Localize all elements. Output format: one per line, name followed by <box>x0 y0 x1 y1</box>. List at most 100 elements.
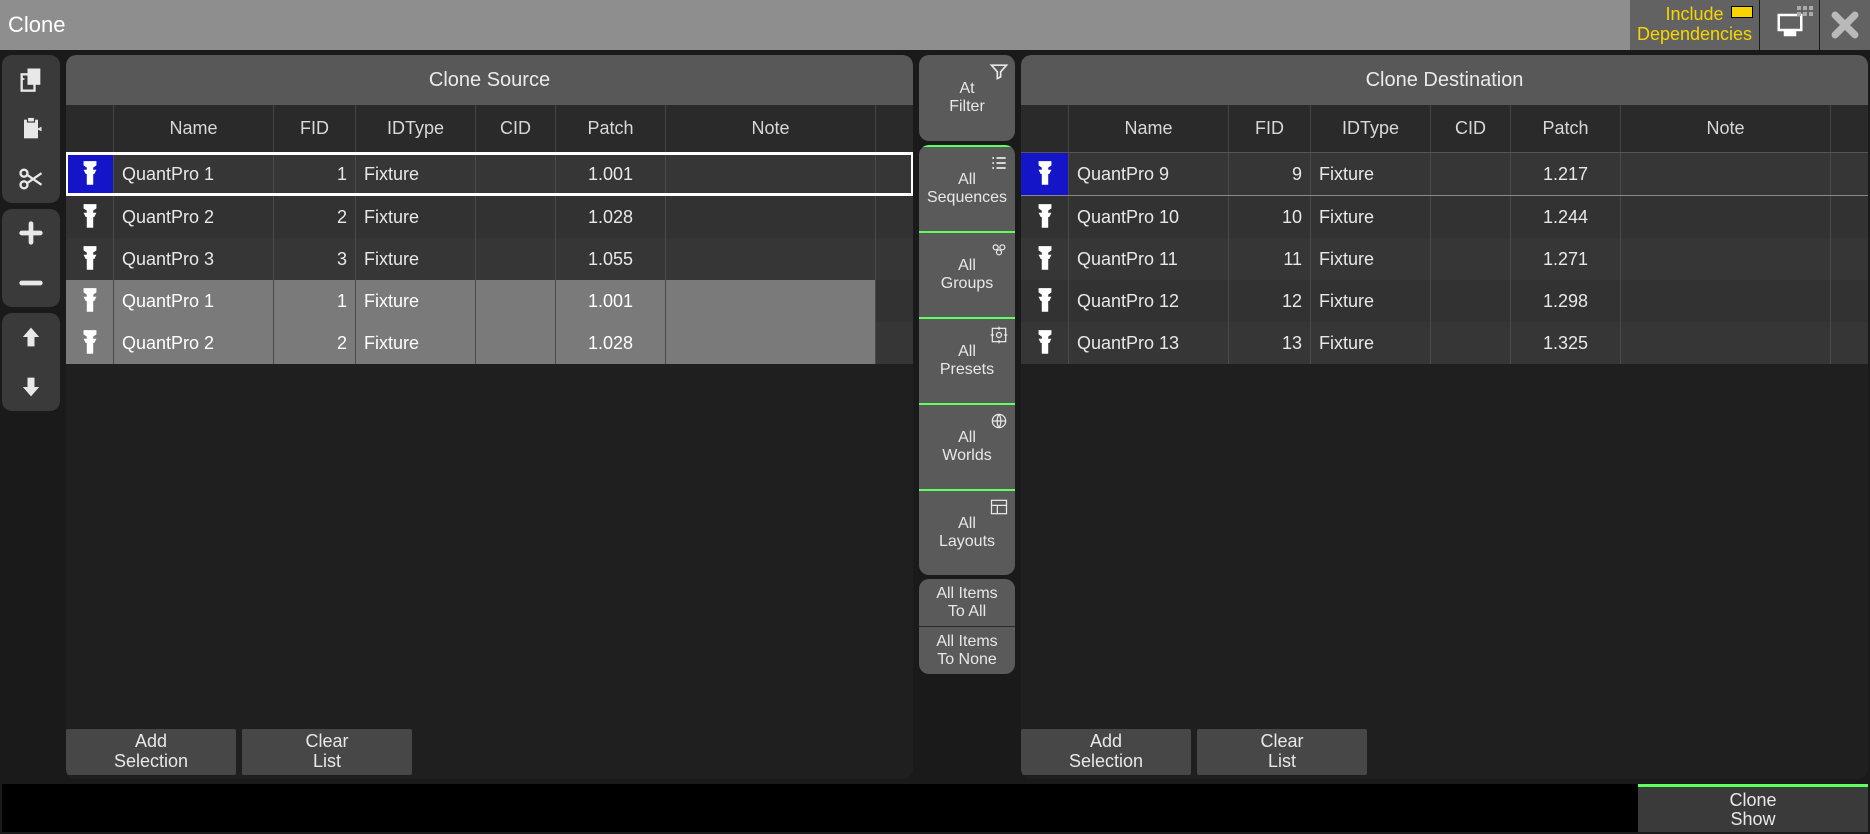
name-cell-value: QuantPro 9 <box>1077 164 1169 185</box>
groups-icon <box>989 239 1009 259</box>
idtype-cell-value: Fixture <box>1319 249 1374 270</box>
idtype-cell: Fixture <box>356 196 476 238</box>
table-row[interactable]: QuantPro 11Fixture1.001 <box>66 153 913 195</box>
name-cell-value: QuantPro 13 <box>1077 333 1179 354</box>
column-header-note[interactable]: Note <box>1621 105 1831 152</box>
column-header-cid[interactable]: CID <box>476 105 556 152</box>
paste-icon <box>17 115 45 143</box>
fid-cell-value: 12 <box>1282 291 1302 312</box>
display-button[interactable] <box>1760 0 1820 50</box>
add-button[interactable] <box>2 219 60 247</box>
column-header-idtype[interactable]: IDType <box>1311 105 1431 152</box>
paste-button[interactable] <box>2 115 60 143</box>
column-header-note[interactable]: Note <box>666 105 876 152</box>
column-header-label: CID <box>500 118 531 139</box>
remove-button[interactable] <box>2 269 60 297</box>
column-header-fid[interactable]: FID <box>1229 105 1311 152</box>
all-layouts-button[interactable]: All Layouts <box>919 489 1015 575</box>
table-row[interactable]: QuantPro 2 2 Fixture 1.028 <box>66 196 913 238</box>
arrow-down-icon <box>17 373 45 401</box>
fid-cell-value: 1 <box>337 164 347 185</box>
column-header-label: Patch <box>1542 118 1588 139</box>
move-down-button[interactable] <box>2 373 60 401</box>
name-cell: QuantPro 3 <box>114 238 274 280</box>
at-filter-button[interactable]: At Filter <box>919 55 1015 141</box>
fid-cell-value: 2 <box>337 207 347 228</box>
all-sequences-label: All Sequences <box>927 171 1007 206</box>
column-header-name[interactable]: Name <box>114 105 274 152</box>
cid-cell <box>1431 196 1511 238</box>
patch-cell: 1.217 <box>1511 153 1621 195</box>
patch-cell: 1.028 <box>556 196 666 238</box>
all-groups-label: All Groups <box>941 257 993 292</box>
patch-cell: 1.271 <box>1511 238 1621 280</box>
copy-button[interactable] <box>2 65 60 93</box>
note-cell <box>1621 153 1831 195</box>
clone-destination-header: Clone Destination <box>1021 55 1868 105</box>
column-header-fid[interactable]: FID <box>274 105 356 152</box>
column-header-label: FID <box>1255 118 1284 139</box>
bottom-bar: Clone Show <box>2 784 1868 832</box>
destination-add-selection-button[interactable]: Add Selection <box>1021 729 1191 775</box>
patch-cell-value: 1.055 <box>588 249 633 270</box>
fixture-icon-cell <box>1021 238 1069 280</box>
column-header-name[interactable]: Name <box>1069 105 1229 152</box>
column-header-icon[interactable] <box>66 105 114 152</box>
idtype-cell: Fixture <box>1311 322 1431 364</box>
note-cell <box>1621 280 1831 322</box>
patch-cell-value: 1.271 <box>1543 249 1588 270</box>
table-row[interactable]: QuantPro 1212Fixture1.298 <box>1021 280 1868 322</box>
column-header-label: Name <box>1124 118 1172 139</box>
patch-cell-value: 1.001 <box>588 164 633 185</box>
destination-clear-list-button[interactable]: Clear List <box>1197 729 1367 775</box>
table-row[interactable]: QuantPro 1313Fixture1.325 <box>1021 322 1868 364</box>
name-cell: QuantPro 13 <box>1069 322 1229 364</box>
all-groups-button[interactable]: All Groups <box>919 231 1015 317</box>
table-row[interactable]: QuantPro 22Fixture1.028 <box>66 322 913 364</box>
idtype-cell: Fixture <box>1311 196 1431 238</box>
fid-cell: 10 <box>1229 196 1311 238</box>
note-cell <box>1621 322 1831 364</box>
column-header-icon[interactable] <box>1021 105 1069 152</box>
table-row[interactable]: QuantPro 11Fixture1.001 <box>66 280 913 322</box>
idtype-cell: Fixture <box>356 153 476 195</box>
source-add-selection-button[interactable]: Add Selection <box>66 729 236 775</box>
all-worlds-label: All Worlds <box>942 429 992 464</box>
table-row[interactable]: QuantPro 10 10Fixture 1.244 <box>1021 196 1868 238</box>
column-header-label: Note <box>1706 118 1744 139</box>
note-cell <box>666 153 876 195</box>
fid-cell: 12 <box>1229 280 1311 322</box>
move-up-button[interactable] <box>2 323 60 351</box>
fid-cell: 2 <box>274 322 356 364</box>
source-clear-list-button[interactable]: Clear List <box>242 729 412 775</box>
name-cell: QuantPro 2 <box>114 196 274 238</box>
name-cell: QuantPro 2 <box>114 322 274 364</box>
list-icon <box>989 153 1009 173</box>
cut-button[interactable] <box>2 165 60 193</box>
column-header-patch[interactable]: Patch <box>556 105 666 152</box>
all-items-to-none-button[interactable]: All Items To None <box>919 626 1015 674</box>
cid-cell <box>476 322 556 364</box>
table-row[interactable]: QuantPro 99Fixture1.217 <box>1021 153 1868 195</box>
name-cell-value: QuantPro 10 <box>1077 207 1179 228</box>
patch-cell-value: 1.244 <box>1543 207 1588 228</box>
fid-cell-value: 3 <box>337 249 347 270</box>
all-worlds-button[interactable]: All Worlds <box>919 403 1015 489</box>
column-header-idtype[interactable]: IDType <box>356 105 476 152</box>
all-sequences-button[interactable]: All Sequences <box>919 145 1015 231</box>
column-header-patch[interactable]: Patch <box>1511 105 1621 152</box>
note-cell <box>666 280 876 322</box>
include-dependencies-toggle[interactable]: Include Dependencies <box>1630 0 1760 50</box>
column-header-cid[interactable]: CID <box>1431 105 1511 152</box>
idtype-cell-value: Fixture <box>364 291 419 312</box>
all-presets-button[interactable]: All Presets <box>919 317 1015 403</box>
table-row[interactable]: QuantPro 33Fixture1.055 <box>66 238 913 280</box>
clone-show-button[interactable]: Clone Show <box>1638 784 1868 832</box>
all-items-to-all-button[interactable]: All Items To All <box>919 579 1015 626</box>
close-window-button[interactable] <box>1820 0 1870 50</box>
fixture-icon-cell <box>66 196 114 238</box>
close-icon <box>1828 8 1862 42</box>
cid-cell <box>476 153 556 195</box>
fixture-icon-cell <box>1021 322 1069 364</box>
table-row[interactable]: QuantPro 1111Fixture1.271 <box>1021 238 1868 280</box>
